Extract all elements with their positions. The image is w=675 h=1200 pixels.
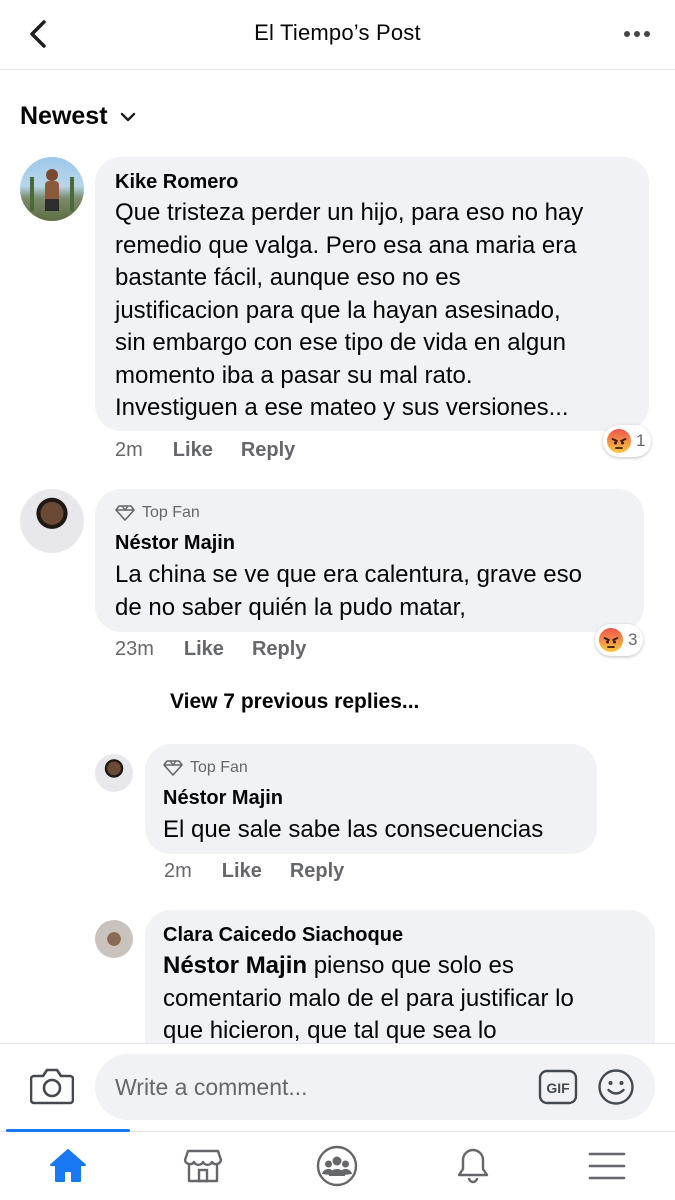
sort-label: Newest	[20, 102, 108, 130]
groups-icon	[316, 1145, 358, 1187]
marketplace-icon	[183, 1149, 223, 1183]
camera-icon	[29, 1068, 75, 1105]
view-previous-replies-link[interactable]: View 7 previous replies...	[170, 690, 419, 714]
top-fan-badge: Top Fan	[163, 759, 248, 777]
page-title: El Tiempo’s Post	[254, 20, 421, 45]
menu-icon	[588, 1152, 626, 1180]
reply-bubble: Top Fan Néstor Majin El que sale sabe la…	[145, 744, 597, 854]
avatar[interactable]	[95, 920, 133, 958]
comment-text: La china se ve que era calentura, grave …	[115, 561, 582, 621]
avatar[interactable]	[20, 157, 84, 221]
avatar[interactable]	[20, 489, 84, 553]
reaction-count: 3	[628, 630, 638, 649]
reply-text: El que sale sabe las consecuencias	[163, 816, 544, 843]
top-bar: El Tiempo’s Post	[0, 0, 675, 70]
active-tab-indicator	[6, 1129, 130, 1132]
comment-author[interactable]: Kike Romero	[115, 171, 238, 194]
comment-meta: 2m Like Reply	[115, 439, 295, 462]
reaction-count: 1	[636, 431, 646, 450]
like-button[interactable]: Like	[222, 860, 262, 883]
comment-composer: GIF	[0, 1043, 675, 1131]
smiley-icon	[598, 1069, 634, 1105]
reply-button[interactable]: Reply	[290, 860, 344, 883]
diamond-icon	[115, 505, 135, 521]
comment-time: 23m	[115, 638, 154, 660]
gif-icon: GIF	[538, 1069, 578, 1105]
like-button[interactable]: Like	[184, 638, 224, 661]
reply-text: Néstor Majin pienso que solo es comentar…	[163, 952, 574, 1044]
comment-bubble: Kike Romero Que tristeza perder un hijo,…	[95, 157, 649, 431]
reply-time: 2m	[164, 860, 192, 882]
reply-button[interactable]: Reply	[252, 638, 306, 661]
chevron-down-icon	[120, 112, 135, 121]
tab-menu[interactable]	[577, 1142, 637, 1190]
tab-notifications[interactable]	[443, 1142, 503, 1190]
mention-link[interactable]: Néstor Majin	[163, 952, 307, 979]
bottom-tab-bar	[0, 1129, 675, 1200]
like-button[interactable]: Like	[173, 439, 213, 462]
comment-bubble: Top Fan Néstor Majin La china se ve que …	[95, 489, 644, 632]
comment-author[interactable]: Néstor Majin	[115, 532, 235, 555]
reaction-summary[interactable]: 1	[603, 425, 652, 457]
reply-author[interactable]: Clara Caicedo Siachoque	[163, 924, 403, 947]
tab-home[interactable]	[38, 1142, 98, 1190]
comment-time: 2m	[115, 439, 143, 461]
comment-meta: 23m Like Reply	[115, 638, 306, 661]
sort-dropdown[interactable]: Newest	[20, 102, 136, 131]
camera-button[interactable]	[29, 1066, 75, 1106]
top-fan-badge: Top Fan	[115, 504, 200, 522]
comment-text: Que tristeza perder un hijo, para eso no…	[115, 199, 584, 421]
reaction-summary[interactable]: 3	[595, 624, 644, 656]
more-dots-icon	[624, 31, 630, 37]
more-options-button[interactable]	[617, 14, 657, 54]
angry-emoji-icon	[599, 628, 623, 652]
gif-button[interactable]: GIF	[538, 1069, 578, 1105]
tab-groups[interactable]	[307, 1142, 367, 1190]
home-icon	[50, 1149, 86, 1182]
angry-emoji-icon	[607, 429, 631, 453]
notifications-icon	[457, 1148, 489, 1184]
emoji-button[interactable]	[597, 1068, 635, 1106]
gif-label: GIF	[546, 1080, 570, 1096]
tab-marketplace[interactable]	[173, 1142, 233, 1190]
reply-author[interactable]: Néstor Majin	[163, 787, 283, 810]
reply-button[interactable]: Reply	[241, 439, 295, 462]
reply-meta: 2m Like Reply	[164, 860, 344, 883]
avatar[interactable]	[95, 754, 133, 792]
diamond-icon	[163, 760, 183, 776]
person-photo-icon	[30, 169, 74, 211]
